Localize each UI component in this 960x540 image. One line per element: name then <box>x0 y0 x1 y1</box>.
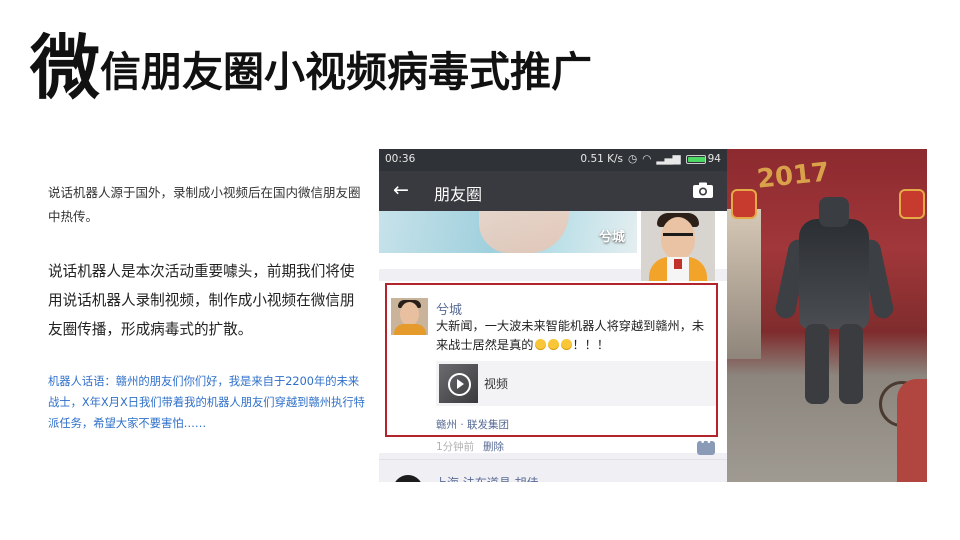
back-arrow-icon[interactable]: ← <box>393 178 409 202</box>
delete-link[interactable]: 删除 <box>483 439 504 454</box>
next-post-avatar[interactable] <box>393 475 423 482</box>
network-speed: 0.51 K/s <box>580 153 624 165</box>
status-right: 0.51 K/s ◷ ◠ ▂▄▆ 94 <box>580 153 721 165</box>
camera-icon[interactable] <box>692 182 714 199</box>
plan-paragraph: 说话机器人是本次活动重要噱头，前期我们将使用说话机器人录制视频，制作成小视频在微… <box>48 263 355 338</box>
page-title-first-char: 微 <box>30 27 100 109</box>
post-highlight-frame <box>385 283 718 437</box>
comment-icon[interactable] <box>697 438 715 455</box>
alarm-icon: ◷ <box>628 153 638 165</box>
page-title-rest: 信朋友圈小视频病毒式推广 <box>100 48 592 96</box>
robot-street-photo: 2017 <box>727 149 927 482</box>
wifi-icon: ◠ <box>642 153 652 165</box>
status-time: 00:36 <box>385 153 416 165</box>
cover-avatar[interactable] <box>641 211 715 283</box>
signal-icon: ▂▄▆ <box>656 153 681 165</box>
nav-title: 朋友圈 <box>434 185 483 204</box>
cover-username: 兮城 <box>599 230 626 245</box>
page-title: 微 信朋友圈小视频病毒式推广 <box>30 30 592 104</box>
battery-icon: 94 <box>685 153 721 165</box>
status-bar: 00:36 0.51 K/s ◷ ◠ ▂▄▆ 94 <box>379 149 727 171</box>
robot-quote-paragraph: 机器人话语：赣州的朋友们你们好，我是来自于2200年的未来战士，X年X月X日我们… <box>48 375 365 430</box>
post-time: 1分钟前 <box>436 441 475 453</box>
battery-level: 94 <box>707 153 721 165</box>
next-post-author[interactable]: 上海 法布道具 胡佳 <box>435 474 539 482</box>
post-divider <box>379 459 727 460</box>
photo-deco-text: 2017 <box>755 157 831 195</box>
intro-paragraph: 说话机器人源于国外，录制成小视频后在国内微信朋友圈中热传。 <box>48 185 361 224</box>
nav-bar: ← 朋友圈 <box>379 171 727 211</box>
